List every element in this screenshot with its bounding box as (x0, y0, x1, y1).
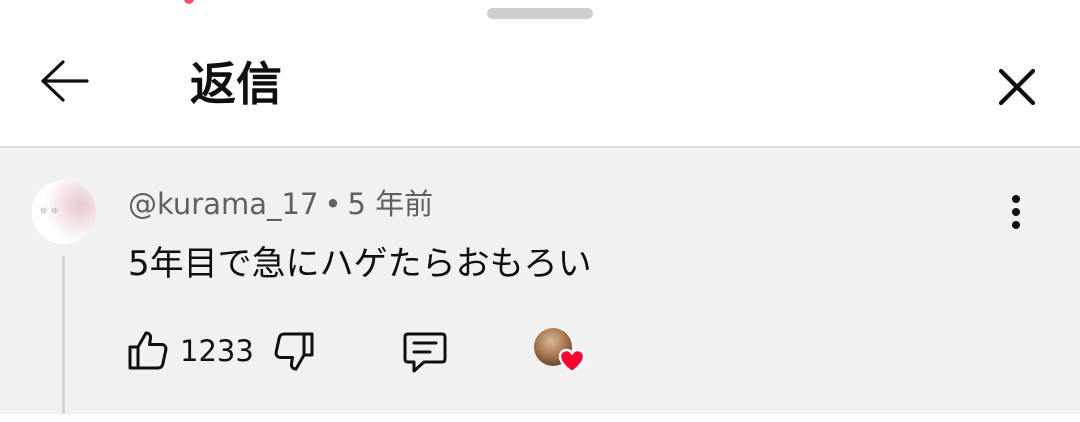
notification-dot (184, 0, 194, 4)
close-button[interactable] (990, 60, 1044, 114)
back-button[interactable] (36, 52, 94, 110)
reply-comment-icon (403, 332, 447, 373)
comment-item: ゆ ゆ @kurama_17 • 5 年前 5年目で急にハゲたらおもろい 1233 (0, 148, 1080, 414)
avatar-text: ゆ ゆ (40, 207, 60, 215)
thumbs-up-icon (128, 331, 168, 370)
page-title: 返信 (190, 57, 282, 111)
more-vertical-icon (1012, 195, 1020, 229)
creator-heart-icon (558, 348, 586, 374)
like-button[interactable] (126, 326, 170, 374)
arrow-left-icon (41, 60, 89, 102)
creator-heart-badge (534, 326, 590, 378)
like-count: 1233 (180, 334, 254, 368)
more-options-button[interactable] (996, 192, 1036, 232)
comment-text: 5年目で急にハゲたらおもろい (128, 244, 592, 284)
reply-button[interactable] (400, 328, 450, 376)
comment-meta: @kurama_17 • 5 年前 (128, 186, 433, 222)
thumbs-down-icon (274, 332, 314, 371)
comment-author[interactable]: @kurama_17 (128, 187, 318, 221)
sheet-header: 返信 (0, 22, 1080, 146)
meta-separator: • (324, 187, 342, 221)
comment-time: 5 年前 (347, 187, 434, 221)
close-icon (998, 68, 1036, 106)
replies-sheet: 返信 ゆ ゆ @kurama_17•5 年前 5年目で急にハゲたらおもろい (0, 0, 1080, 422)
dislike-button[interactable] (270, 328, 318, 376)
comment-actions: 1233 (0, 326, 1080, 376)
drag-handle[interactable] (487, 8, 593, 19)
avatar[interactable]: ゆ ゆ (32, 180, 96, 244)
